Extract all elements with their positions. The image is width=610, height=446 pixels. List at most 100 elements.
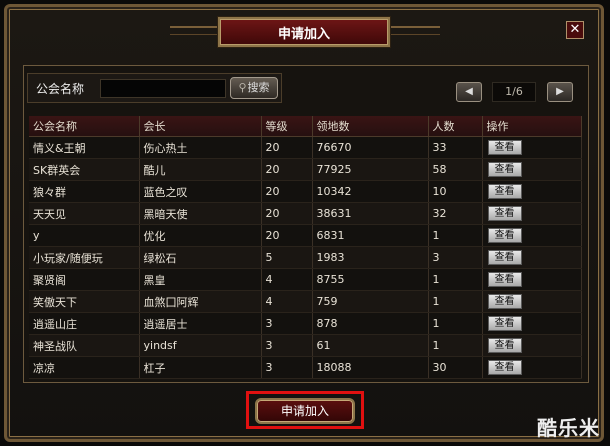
- leader-cell: 优化: [139, 224, 262, 247]
- table-row: 逍遥山庄 逍遥居士 3 878 1 查看: [29, 312, 582, 335]
- view-guild-button[interactable]: 查看: [487, 360, 522, 375]
- territory-cell: 8755: [312, 268, 429, 291]
- table-row: 聚贤阁 黑皇 4 8755 1 查看: [29, 268, 582, 291]
- leader-cell: 绿松石: [139, 246, 262, 269]
- members-cell: 3: [428, 246, 483, 269]
- members-cell: 30: [428, 356, 483, 379]
- view-guild-button[interactable]: 查看: [487, 294, 522, 309]
- guild-name-search-input[interactable]: [100, 79, 226, 98]
- action-cell: 查看: [482, 158, 582, 181]
- table-header-row: 公会名称 会长 等级 领地数 人数 操作: [29, 116, 582, 137]
- level-cell: 3: [261, 356, 313, 379]
- page-indicator: 1/6: [492, 82, 536, 102]
- guild-name-cell: 小玩家/随便玩: [29, 246, 140, 269]
- action-cell: 查看: [482, 246, 582, 269]
- guild-name-cell: 逍遥山庄: [29, 312, 140, 335]
- leader-cell: 黑暗天使: [139, 202, 262, 225]
- leader-cell: yindsf: [139, 334, 262, 357]
- close-icon: ✕: [569, 22, 581, 37]
- guild-name-cell: 狼々群: [29, 180, 140, 203]
- view-guild-button[interactable]: 查看: [487, 162, 522, 177]
- col-header-leader: 会长: [139, 116, 262, 137]
- table-row: 情义&王朝 伤心热土 20 76670 33 查看: [29, 136, 582, 159]
- action-cell: 查看: [482, 180, 582, 203]
- guild-table: 公会名称 会长 等级 领地数 人数 操作 情义&王朝 伤心热土 20 76670 33 查…: [29, 116, 582, 379]
- members-cell: 58: [428, 158, 483, 181]
- territory-cell: 61: [312, 334, 429, 357]
- leader-cell: 逍遥居士: [139, 312, 262, 335]
- guild-name-cell: SK群英会: [29, 158, 140, 181]
- members-cell: 32: [428, 202, 483, 225]
- level-cell: 4: [261, 290, 313, 313]
- view-guild-button[interactable]: 查看: [487, 184, 522, 199]
- territory-cell: 10342: [312, 180, 429, 203]
- members-cell: 1: [428, 334, 483, 357]
- leader-cell: 蓝色之叹: [139, 180, 262, 203]
- search-button[interactable]: ⚲搜索: [230, 77, 278, 99]
- territory-cell: 878: [312, 312, 429, 335]
- members-cell: 1: [428, 268, 483, 291]
- territory-cell: 18088: [312, 356, 429, 379]
- territory-cell: 77925: [312, 158, 429, 181]
- view-guild-button[interactable]: 查看: [487, 250, 522, 265]
- table-row: y 优化 20 6831 1 查看: [29, 224, 582, 247]
- col-header-action: 操作: [482, 116, 582, 137]
- col-header-level: 等级: [261, 116, 313, 137]
- level-cell: 3: [261, 312, 313, 335]
- action-cell: 查看: [482, 224, 582, 247]
- search-button-label: 搜索: [247, 81, 270, 94]
- prev-page-button[interactable]: ◀: [456, 82, 482, 102]
- title-ornament-left: [170, 26, 220, 35]
- table-row: 笑傲天下 血煞囗阿辉 4 759 1 查看: [29, 290, 582, 313]
- action-cell: 查看: [482, 312, 582, 335]
- level-cell: 20: [261, 158, 313, 181]
- view-guild-button[interactable]: 查看: [487, 206, 522, 221]
- search-label: 公会名称: [36, 82, 85, 96]
- next-page-button[interactable]: ▶: [547, 82, 573, 102]
- guild-name-cell: 天天见: [29, 202, 140, 225]
- leader-cell: 黑皇: [139, 268, 262, 291]
- action-cell: 查看: [482, 356, 582, 379]
- level-cell: 5: [261, 246, 313, 269]
- level-cell: 20: [261, 224, 313, 247]
- members-cell: 1: [428, 312, 483, 335]
- territory-cell: 38631: [312, 202, 429, 225]
- level-cell: 4: [261, 268, 313, 291]
- view-guild-button[interactable]: 查看: [487, 316, 522, 331]
- guild-name-cell: 聚贤阁: [29, 268, 140, 291]
- watermark: 酷乐米: [537, 416, 600, 440]
- view-guild-button[interactable]: 查看: [487, 228, 522, 243]
- table-row: 小玩家/随便玩 绿松石 5 1983 3 查看: [29, 246, 582, 269]
- table-row: 狼々群 蓝色之叹 20 10342 10 查看: [29, 180, 582, 203]
- dialog-title-plate: 申请加入: [218, 17, 390, 47]
- action-cell: 查看: [482, 290, 582, 313]
- level-cell: 20: [261, 202, 313, 225]
- level-cell: 20: [261, 180, 313, 203]
- level-cell: 3: [261, 334, 313, 357]
- view-guild-button[interactable]: 查看: [487, 338, 522, 353]
- guild-name-cell: y: [29, 224, 140, 247]
- view-guild-button[interactable]: 查看: [487, 140, 522, 155]
- view-guild-button[interactable]: 查看: [487, 272, 522, 287]
- arrow-right-icon: ▶: [556, 86, 564, 97]
- apply-join-button[interactable]: 申请加入: [255, 398, 355, 424]
- leader-cell: 杠子: [139, 356, 262, 379]
- members-cell: 1: [428, 290, 483, 313]
- table-row: SK群英会 酷儿 20 77925 58 查看: [29, 158, 582, 181]
- action-cell: 查看: [482, 136, 582, 159]
- magnifier-icon: ⚲: [238, 81, 247, 94]
- territory-cell: 759: [312, 290, 429, 313]
- arrow-left-icon: ◀: [465, 86, 473, 97]
- col-header-guild-name: 公会名称: [29, 116, 140, 137]
- members-cell: 10: [428, 180, 483, 203]
- guild-name-cell: 情义&王朝: [29, 136, 140, 159]
- territory-cell: 76670: [312, 136, 429, 159]
- level-cell: 20: [261, 136, 313, 159]
- close-button[interactable]: ✕: [566, 21, 584, 39]
- dialog-title: 申请加入: [277, 26, 330, 42]
- table-row: 天天见 黑暗天使 20 38631 32 查看: [29, 202, 582, 225]
- leader-cell: 伤心热土: [139, 136, 262, 159]
- members-cell: 1: [428, 224, 483, 247]
- leader-cell: 酷儿: [139, 158, 262, 181]
- territory-cell: 6831: [312, 224, 429, 247]
